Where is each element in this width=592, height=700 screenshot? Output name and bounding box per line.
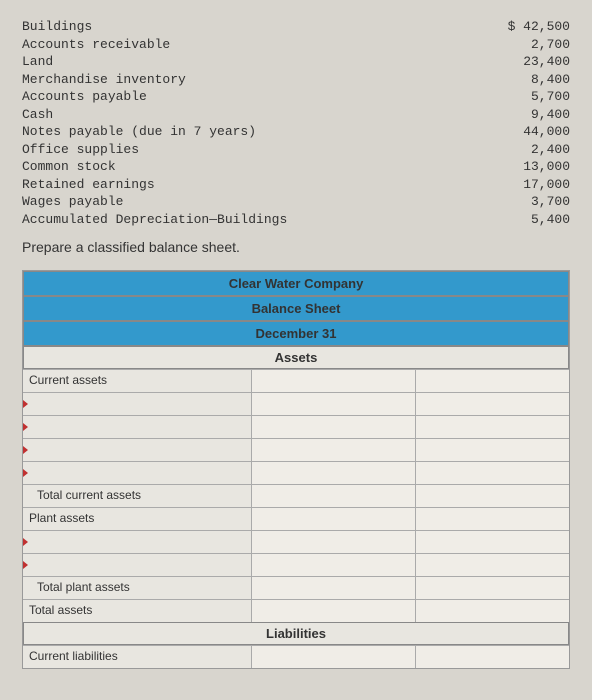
table-row <box>23 392 569 415</box>
table-row <box>23 530 569 553</box>
input-cell[interactable] <box>416 600 569 622</box>
input-cell[interactable] <box>416 531 569 553</box>
input-cell[interactable] <box>416 485 569 507</box>
input-cell[interactable] <box>416 393 569 415</box>
table-row: Current liabilities <box>23 645 569 668</box>
current-assets-label: Current assets <box>23 370 252 392</box>
input-cell[interactable] <box>416 370 569 392</box>
account-label: Accounts receivable <box>22 36 490 54</box>
table-row <box>23 438 569 461</box>
account-label: Wages payable <box>22 193 490 211</box>
input-cell[interactable] <box>252 554 416 576</box>
sheet-title: Balance Sheet <box>23 296 569 321</box>
input-cell[interactable] <box>252 393 416 415</box>
input-cell[interactable] <box>416 554 569 576</box>
account-row: Office supplies 2,400 <box>22 141 570 159</box>
input-cell[interactable] <box>252 485 416 507</box>
dropdown-cell[interactable] <box>23 439 252 461</box>
account-value: 2,400 <box>490 141 570 159</box>
account-row: Accumulated Depreciation—Buildings 5,400 <box>22 211 570 229</box>
input-cell[interactable] <box>252 508 416 530</box>
dropdown-cell[interactable] <box>23 462 252 484</box>
plant-assets-label: Plant assets <box>23 508 252 530</box>
account-value: 8,400 <box>490 71 570 89</box>
input-cell[interactable] <box>252 439 416 461</box>
input-cell[interactable] <box>416 577 569 599</box>
liabilities-section-header: Liabilities <box>23 622 569 645</box>
account-row: Notes payable (due in 7 years) 44,000 <box>22 123 570 141</box>
input-cell[interactable] <box>252 577 416 599</box>
account-label: Accumulated Depreciation—Buildings <box>22 211 490 229</box>
instruction-text: Prepare a classified balance sheet. <box>22 239 570 255</box>
account-row: Accounts receivable 2,700 <box>22 36 570 54</box>
account-value: 23,400 <box>490 53 570 71</box>
table-row <box>23 461 569 484</box>
account-value: 2,700 <box>490 36 570 54</box>
input-cell[interactable] <box>252 462 416 484</box>
total-assets-label: Total assets <box>23 600 252 622</box>
account-value: 9,400 <box>490 106 570 124</box>
account-row: Land 23,400 <box>22 53 570 71</box>
account-row: Retained earnings 17,000 <box>22 176 570 194</box>
sheet-date: December 31 <box>23 321 569 346</box>
table-row: Total assets <box>23 599 569 622</box>
assets-section-header: Assets <box>23 346 569 369</box>
account-row: Accounts payable 5,700 <box>22 88 570 106</box>
input-cell[interactable] <box>252 600 416 622</box>
account-label: Retained earnings <box>22 176 490 194</box>
account-label: Land <box>22 53 490 71</box>
account-value: 5,700 <box>490 88 570 106</box>
account-label: Buildings <box>22 18 490 36</box>
account-value: 3,700 <box>490 193 570 211</box>
account-row: Wages payable 3,700 <box>22 193 570 211</box>
input-cell[interactable] <box>416 416 569 438</box>
table-row: Plant assets <box>23 507 569 530</box>
account-label: Office supplies <box>22 141 490 159</box>
input-cell[interactable] <box>252 646 416 668</box>
account-value: 5,400 <box>490 211 570 229</box>
account-row: Cash 9,400 <box>22 106 570 124</box>
input-cell[interactable] <box>416 439 569 461</box>
dropdown-cell[interactable] <box>23 554 252 576</box>
input-cell[interactable] <box>416 646 569 668</box>
input-cell[interactable] <box>252 416 416 438</box>
account-value: 13,000 <box>490 158 570 176</box>
account-value: 44,000 <box>490 123 570 141</box>
input-cell[interactable] <box>416 508 569 530</box>
input-cell[interactable] <box>252 531 416 553</box>
account-value: $ 42,500 <box>490 18 570 36</box>
accounts-list: Buildings $ 42,500 Accounts receivable 2… <box>22 18 570 229</box>
account-label: Common stock <box>22 158 490 176</box>
total-plant-assets-label: Total plant assets <box>23 577 252 599</box>
table-row: Current assets <box>23 369 569 392</box>
account-row: Merchandise inventory 8,400 <box>22 71 570 89</box>
table-row <box>23 415 569 438</box>
dropdown-cell[interactable] <box>23 531 252 553</box>
dropdown-cell[interactable] <box>23 416 252 438</box>
account-row: Common stock 13,000 <box>22 158 570 176</box>
account-row: Buildings $ 42,500 <box>22 18 570 36</box>
input-cell[interactable] <box>252 370 416 392</box>
table-row <box>23 553 569 576</box>
table-row: Total current assets <box>23 484 569 507</box>
input-cell[interactable] <box>416 462 569 484</box>
account-label: Notes payable (due in 7 years) <box>22 123 490 141</box>
account-label: Merchandise inventory <box>22 71 490 89</box>
table-row: Total plant assets <box>23 576 569 599</box>
account-label: Cash <box>22 106 490 124</box>
current-liabilities-label: Current liabilities <box>23 646 252 668</box>
account-label: Accounts payable <box>22 88 490 106</box>
account-value: 17,000 <box>490 176 570 194</box>
total-current-assets-label: Total current assets <box>23 485 252 507</box>
balance-sheet-table: Clear Water Company Balance Sheet Decemb… <box>22 270 570 669</box>
dropdown-cell[interactable] <box>23 393 252 415</box>
company-header: Clear Water Company <box>23 271 569 296</box>
